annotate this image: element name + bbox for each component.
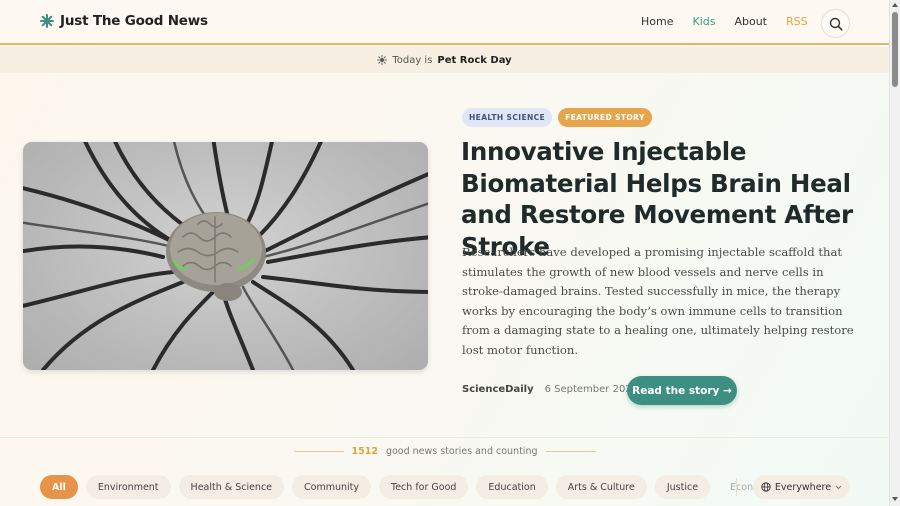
- tag-health-science[interactable]: HEALTH SCIENCE: [462, 108, 553, 127]
- page-scrollbar[interactable]: [889, 0, 900, 506]
- scroll-down-arrow-icon[interactable]: [892, 497, 898, 501]
- search-button[interactable]: [821, 9, 850, 38]
- story-count: 1512: [351, 446, 378, 457]
- scroll-thumb[interactable]: [892, 12, 898, 87]
- story-count-label: good news stories and counting: [385, 446, 538, 457]
- site-logo[interactable]: Just The Good News: [40, 13, 208, 29]
- sun-icon: [377, 55, 388, 65]
- filter-environment[interactable]: Environment: [85, 475, 171, 499]
- nav-rss-link[interactable]: RSS: [786, 15, 808, 28]
- site-title: Just The Good News: [60, 13, 208, 29]
- nav-about-link[interactable]: About: [734, 15, 767, 28]
- filter-separator: [736, 478, 737, 496]
- filter-tech-for-good[interactable]: Tech for Good: [379, 475, 469, 499]
- hero-summary: Researchers have developed a promising i…: [462, 245, 854, 357]
- divider-line: [545, 451, 596, 452]
- filter-all[interactable]: All: [40, 475, 78, 499]
- tag-featured-story: FEATURED STORY: [558, 108, 652, 127]
- site-header: Just The Good News Home Kids About RSS: [0, 0, 889, 45]
- story-date: 6 September 2026: [544, 384, 639, 395]
- hero-tags: HEALTH SCIENCE FEATURED STORY: [462, 108, 652, 127]
- sun-icon: [40, 14, 54, 28]
- section-divider: [0, 437, 889, 438]
- today-day: Pet Rock Day: [437, 54, 512, 66]
- category-filters: All Environment Health & Science Communi…: [40, 475, 786, 499]
- hero-image[interactable]: [23, 142, 428, 370]
- page: Just The Good News Home Kids About RSS T…: [0, 0, 889, 506]
- today-banner: Today is Pet Rock Day: [0, 47, 889, 73]
- read-story-button[interactable]: Read the story →: [627, 376, 737, 405]
- filter-health-science[interactable]: Health & Science: [178, 475, 285, 499]
- nav-home-link[interactable]: Home: [641, 15, 673, 28]
- nav-kids-link[interactable]: Kids: [692, 15, 715, 28]
- hero-meta: ScienceDaily 6 September 2026: [462, 384, 638, 395]
- globe-icon: [761, 482, 771, 492]
- story-counter: 1512 good news stories and counting: [0, 446, 889, 457]
- scroll-up-arrow-icon[interactable]: [892, 3, 898, 7]
- divider-line: [293, 451, 344, 452]
- story-source: ScienceDaily: [462, 384, 534, 395]
- search-icon: [829, 17, 843, 31]
- filter-arts-culture[interactable]: Arts & Culture: [555, 475, 647, 499]
- main-nav: Home Kids About RSS: [641, 15, 827, 28]
- filter-community[interactable]: Community: [292, 475, 372, 499]
- filter-education[interactable]: Education: [476, 475, 548, 499]
- today-prefix: Today is: [392, 54, 433, 66]
- location-value: Everywhere: [774, 481, 832, 493]
- location-dropdown[interactable]: Everywhere: [753, 475, 850, 499]
- filter-justice[interactable]: Justice: [654, 475, 711, 499]
- chevron-down-icon: [835, 485, 842, 489]
- brain-illustration: [23, 142, 428, 370]
